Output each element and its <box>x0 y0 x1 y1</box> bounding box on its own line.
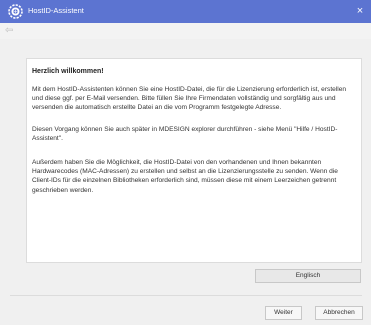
window-title: HostID-Assistent <box>28 6 84 15</box>
cancel-button[interactable]: Abbrechen <box>315 306 363 320</box>
navigation-bar: ⇦ <box>0 23 371 39</box>
app-gear-icon <box>7 3 24 20</box>
later-info-paragraph: Diesen Vorgang können Sie auch später in… <box>32 126 338 143</box>
hardware-codes-paragraph: Außerdem haben Sie die Möglichkeit, die … <box>32 159 338 194</box>
welcome-heading: Herzlich willkommen! <box>32 68 104 75</box>
language-button[interactable]: Englisch <box>255 269 361 283</box>
footer-divider <box>10 295 362 296</box>
close-icon[interactable]: × <box>351 2 369 20</box>
intro-paragraph: Mit dem HostID-Assistenten können Sie ei… <box>32 86 347 112</box>
next-button[interactable]: Weiter <box>265 306 302 320</box>
back-arrow-icon[interactable]: ⇦ <box>5 25 17 37</box>
title-bar: HostID-Assistent × <box>0 0 371 23</box>
